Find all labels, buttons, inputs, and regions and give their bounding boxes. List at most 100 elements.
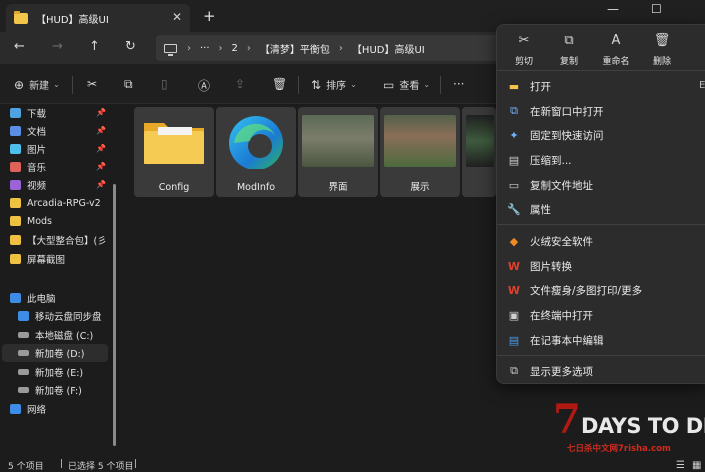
download-icon — [10, 108, 21, 118]
tab-close-icon[interactable]: ✕ — [172, 10, 182, 24]
menu-delete-label: 删除 — [652, 57, 671, 67]
status-bar: 5 个项目 | 已选择 5 个项目 | — [0, 456, 705, 472]
menu-item-image-convert[interactable]: W 图片转换 — [507, 257, 697, 275]
pin-icon: 📌 — [96, 162, 106, 171]
breadcrumb-separator: › — [246, 42, 251, 54]
breadcrumb-item[interactable]: 【HUD】高级UI — [352, 41, 425, 56]
sidebar-item-label: Mods — [27, 215, 52, 227]
more-options-button[interactable]: ··· — [453, 77, 464, 91]
menu-item-open-terminal[interactable]: ▣ 在终端中打开 — [507, 306, 697, 324]
folder-icon — [10, 254, 21, 264]
toolbar-divider — [440, 76, 441, 94]
file-item-config[interactable]: Config — [134, 107, 214, 197]
archive-icon: ▤ — [508, 153, 520, 167]
menu-copy-label: 复制 — [559, 57, 578, 67]
sidebar-item-label: 新加卷 (E:) — [35, 368, 84, 379]
window-tab[interactable]: 【HUD】高级UI ✕ — [6, 4, 190, 32]
status-divider: | — [60, 459, 64, 469]
folder-icon — [10, 198, 21, 208]
tiles-view-icon[interactable]: ▦ — [692, 460, 701, 471]
chevron-down-icon: ⌄ — [423, 80, 431, 89]
cut-icon[interactable]: ✂ — [87, 77, 97, 91]
cloud-drive-icon — [18, 311, 29, 321]
sidebar-item-drive-e[interactable]: 新加卷 (E:) — [18, 363, 126, 381]
menu-item-compress[interactable]: ▤ 压缩到... — [507, 151, 697, 169]
sidebar-item-mods[interactable]: Mods — [10, 212, 118, 230]
video-icon — [10, 180, 21, 190]
menu-item-open-new-window[interactable]: ⧉ 在新窗口中打开 — [507, 102, 697, 120]
sidebar-item-label: 移动云盘同步盘 — [35, 312, 102, 323]
sidebar-item-this-pc[interactable]: 此电脑 — [10, 289, 118, 307]
file-item-showcase[interactable]: 展示 — [380, 107, 460, 197]
refresh-button[interactable]: ↻ — [125, 39, 136, 54]
sidebar-item-screenshots[interactable]: 屏幕截图 — [10, 250, 118, 268]
image-thumbnail — [302, 115, 374, 167]
sidebar-item-label: 音乐 — [27, 163, 47, 174]
menu-rename-button[interactable]: A 重命名 — [596, 33, 636, 67]
logo-seven: 7 — [553, 396, 581, 443]
picture-icon — [10, 144, 21, 154]
network-icon — [10, 404, 21, 414]
copy-icon[interactable]: ⧉ — [124, 77, 133, 92]
delete-icon[interactable]: 🗑 — [272, 77, 287, 91]
music-icon — [10, 162, 21, 172]
new-button[interactable]: ⊕ 新建 ⌄ — [14, 77, 60, 93]
sort-button[interactable]: ⇅ 排序 ⌄ — [311, 77, 357, 93]
navigation-pane: 下载 📌 文档 📌 图片 📌 音乐 📌 视频 📌 Arcadia-RPG-v2 … — [0, 104, 118, 456]
sidebar-item-arcadia[interactable]: Arcadia-RPG-v2 — [10, 194, 118, 212]
menu-cut-button[interactable]: ✂ 剪切 — [504, 33, 544, 67]
breadcrumb-item[interactable]: 【清梦】平衡包 — [260, 41, 330, 56]
menu-item-properties[interactable]: 🔧 属性 — [507, 200, 697, 218]
address-bar[interactable]: › ··· › 2 › 【清梦】平衡包 › 【HUD】高级UI — [156, 35, 506, 61]
file-item-ui-screenshot[interactable]: 界面 — [298, 107, 378, 197]
menu-copy-button[interactable]: ⧉ 复制 — [549, 33, 589, 67]
maximize-button[interactable]: ☐ — [651, 2, 662, 16]
drive-icon — [18, 350, 29, 356]
cut-icon: ✂ — [518, 33, 530, 48]
menu-item-huorong[interactable]: ◆ 火绒安全软件 — [507, 232, 697, 250]
minimize-button[interactable]: — — [607, 2, 619, 16]
menu-item-file-slim[interactable]: W 文件瘦身/多图打印/更多 — [507, 281, 697, 299]
sidebar-item-drive-c[interactable]: 本地磁盘 (C:) — [18, 326, 126, 344]
drive-icon — [18, 369, 29, 375]
sidebar-item-cloud-drive[interactable]: 移动云盘同步盘 — [18, 307, 126, 325]
folder-icon — [10, 216, 21, 226]
folder-icon — [10, 235, 21, 245]
view-button[interactable]: ▭ 查看 ⌄ — [383, 77, 431, 93]
rename-icon[interactable]: Ⓐ — [198, 77, 210, 94]
details-view-icon[interactable]: ☰ — [676, 460, 685, 471]
forward-button[interactable]: → — [52, 39, 63, 54]
wps-icon: W — [507, 259, 521, 273]
breadcrumb-item[interactable]: 2 — [232, 43, 238, 54]
breadcrumb-more[interactable]: ··· — [200, 43, 210, 54]
menu-item-label: 在新窗口中打开 — [530, 105, 604, 118]
file-item-modinfo[interactable]: ModInfo — [216, 107, 296, 197]
menu-item-pin-quick-access[interactable]: ✦ 固定到快速访问 — [507, 126, 697, 144]
file-item-partial[interactable] — [462, 107, 496, 197]
sidebar-item-drive-f[interactable]: 新加卷 (F:) — [18, 381, 126, 399]
sidebar-item-drive-d[interactable]: 新加卷 (D:) — [2, 344, 108, 362]
chevron-down-icon: ⌄ — [53, 80, 60, 89]
folder-icon — [14, 10, 28, 24]
share-icon[interactable]: ⇪ — [235, 77, 245, 91]
notepad-icon: ▤ — [508, 333, 520, 347]
up-button[interactable]: ↑ — [89, 39, 100, 54]
sidebar-item-label: 文档 — [27, 127, 47, 138]
menu-delete-button[interactable]: 🗑 删除 — [642, 33, 682, 67]
sidebar-item-network[interactable]: 网络 — [10, 400, 118, 418]
paste-icon[interactable]: ▯ — [161, 77, 168, 91]
menu-item-edit-notepad[interactable]: ▤ 在记事本中编辑 — [507, 331, 697, 349]
sort-icon: ⇅ — [311, 77, 322, 92]
sidebar-item-modpack[interactable]: 【大型整合包】(彡 — [10, 231, 118, 249]
logo-days-to-die: DAYS TO DIE — [581, 414, 705, 438]
new-tab-button[interactable]: + — [203, 7, 216, 25]
image-thumbnail — [466, 115, 494, 167]
back-button[interactable]: ← — [14, 39, 25, 54]
sidebar-scrollbar[interactable] — [113, 184, 116, 446]
menu-item-open[interactable]: ▬ 打开 — [507, 77, 697, 95]
pin-icon: 📌 — [96, 108, 106, 117]
menu-item-show-more[interactable]: ⧉ 显示更多选项 — [507, 362, 697, 380]
menu-item-copy-path[interactable]: ▭ 复制文件地址 — [507, 176, 697, 194]
context-menu: ✂ 剪切 ⧉ 复制 A 重命名 🗑 删除 ▬ 打开 E ⧉ 在新窗口中打开 ✦ … — [496, 24, 705, 384]
menu-divider — [497, 224, 705, 225]
